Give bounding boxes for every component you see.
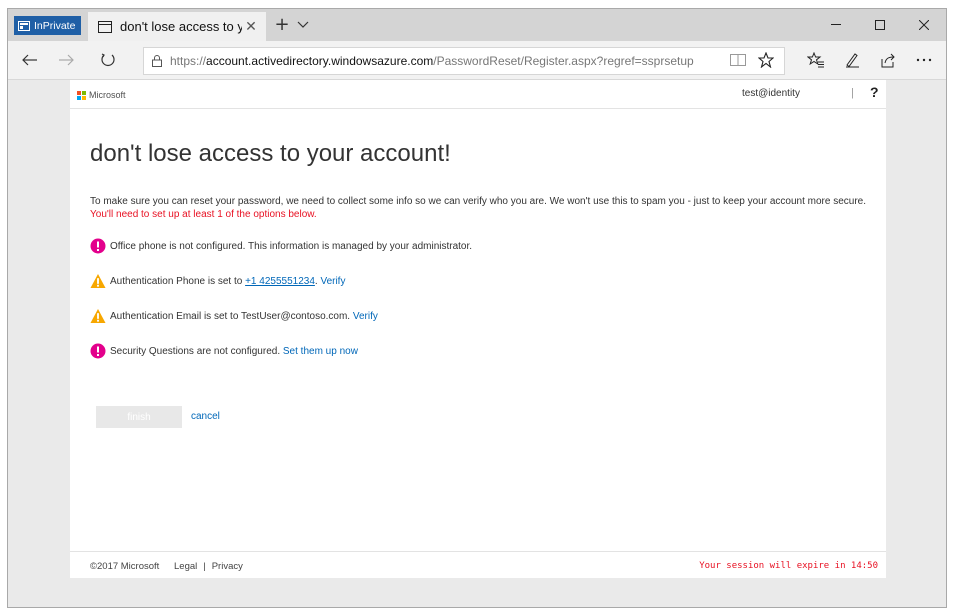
browser-window: InPrivate don't lose access to you ✕ +	[7, 8, 947, 608]
verify-phone-link[interactable]: Verify	[320, 276, 345, 287]
share-icon[interactable]	[876, 49, 900, 71]
address-bar[interactable]: https://account.activedirectory.windowsa…	[143, 47, 785, 75]
warning-icon	[90, 308, 106, 324]
auth-phone-number[interactable]: +1 4255551234	[245, 276, 315, 287]
finish-button[interactable]: finish	[96, 406, 182, 428]
auth-phone-status: Authentication Phone is set to +1 425555…	[90, 273, 345, 289]
page-footer: ©2017 Microsoft Legal | Privacy Your ses…	[70, 551, 886, 578]
new-tab-icon[interactable]: +	[271, 14, 293, 35]
web-page: Microsoft test@identity | ? don't lose a…	[70, 80, 886, 578]
forward-arrow-icon[interactable]	[54, 49, 78, 71]
intro-paragraph: To make sure you can reset your password…	[90, 195, 875, 221]
privacy-link[interactable]: Privacy	[212, 561, 243, 572]
favorite-star-icon[interactable]	[757, 51, 775, 71]
site-header: Microsoft test@identity | ?	[70, 80, 886, 109]
auth-email-text: Authentication Email is set to TestUser@…	[110, 310, 351, 322]
user-account[interactable]: test@identity	[742, 88, 800, 99]
verify-email-link[interactable]: Verify	[353, 311, 378, 322]
url-host: account.activedirectory.windowsazure.com	[206, 54, 434, 68]
lock-icon	[152, 55, 162, 67]
more-options-icon[interactable]	[912, 49, 936, 71]
navigation-bar: https://account.activedirectory.windowsa…	[8, 41, 946, 80]
url-scheme: https://	[170, 54, 207, 68]
main-content: don't lose access to your account! To ma…	[90, 140, 880, 359]
reading-view-icon[interactable]	[730, 54, 746, 69]
microsoft-logo-icon	[77, 90, 86, 100]
office-phone-text: Office phone is not configured. This inf…	[110, 240, 473, 252]
auth-email-status: Authentication Email is set to TestUser@…	[90, 308, 378, 324]
security-questions-text: Security Questions are not configured.	[110, 345, 281, 357]
office-phone-status: Office phone is not configured. This inf…	[90, 238, 472, 254]
setup-security-questions-link[interactable]: Set them up now	[283, 346, 358, 357]
refresh-icon[interactable]	[96, 49, 120, 71]
web-note-pen-icon[interactable]	[840, 49, 864, 71]
legal-link[interactable]: Legal	[174, 561, 197, 572]
url-path: /PasswordReset/Register.aspx?regref=sspr…	[433, 54, 694, 68]
cancel-link[interactable]: cancel	[191, 411, 220, 422]
copyright: ©2017 Microsoft	[90, 561, 160, 572]
header-separator: |	[851, 87, 854, 99]
tab-close-icon[interactable]: ✕	[242, 19, 260, 35]
close-window-icon[interactable]	[902, 9, 946, 41]
tab-strip: InPrivate don't lose access to you ✕ +	[8, 9, 946, 41]
session-timer: Your session will expire in 14:50	[699, 561, 878, 571]
help-button[interactable]: ?	[870, 84, 879, 100]
intro-required-text: You'll need to set up at least 1 of the …	[90, 209, 317, 220]
error-icon	[90, 238, 106, 254]
error-icon	[90, 343, 106, 359]
page-icon	[98, 20, 112, 33]
back-arrow-icon[interactable]	[18, 49, 42, 71]
footer-divider: |	[203, 561, 206, 572]
maximize-icon[interactable]	[858, 9, 902, 41]
tab-active[interactable]: don't lose access to you ✕	[88, 12, 266, 41]
inprivate-label: InPrivate	[34, 19, 76, 32]
inprivate-badge: InPrivate	[14, 16, 82, 35]
brand-label: Microsoft	[89, 90, 126, 100]
page-title: don't lose access to your account!	[90, 140, 451, 167]
inprivate-icon	[18, 20, 30, 31]
intro-text: To make sure you can reset your password…	[90, 196, 866, 207]
security-questions-status: Security Questions are not configured. S…	[90, 343, 358, 359]
warning-icon	[90, 273, 106, 289]
page-viewport: Microsoft test@identity | ? don't lose a…	[8, 80, 946, 607]
favorites-hub-icon[interactable]	[804, 49, 828, 71]
microsoft-logo: Microsoft	[77, 90, 126, 100]
chevron-down-icon[interactable]	[297, 18, 309, 32]
auth-phone-text: Authentication Phone is set to	[110, 275, 243, 287]
minimize-icon[interactable]	[814, 9, 858, 41]
tab-title: don't lose access to you	[120, 19, 242, 34]
